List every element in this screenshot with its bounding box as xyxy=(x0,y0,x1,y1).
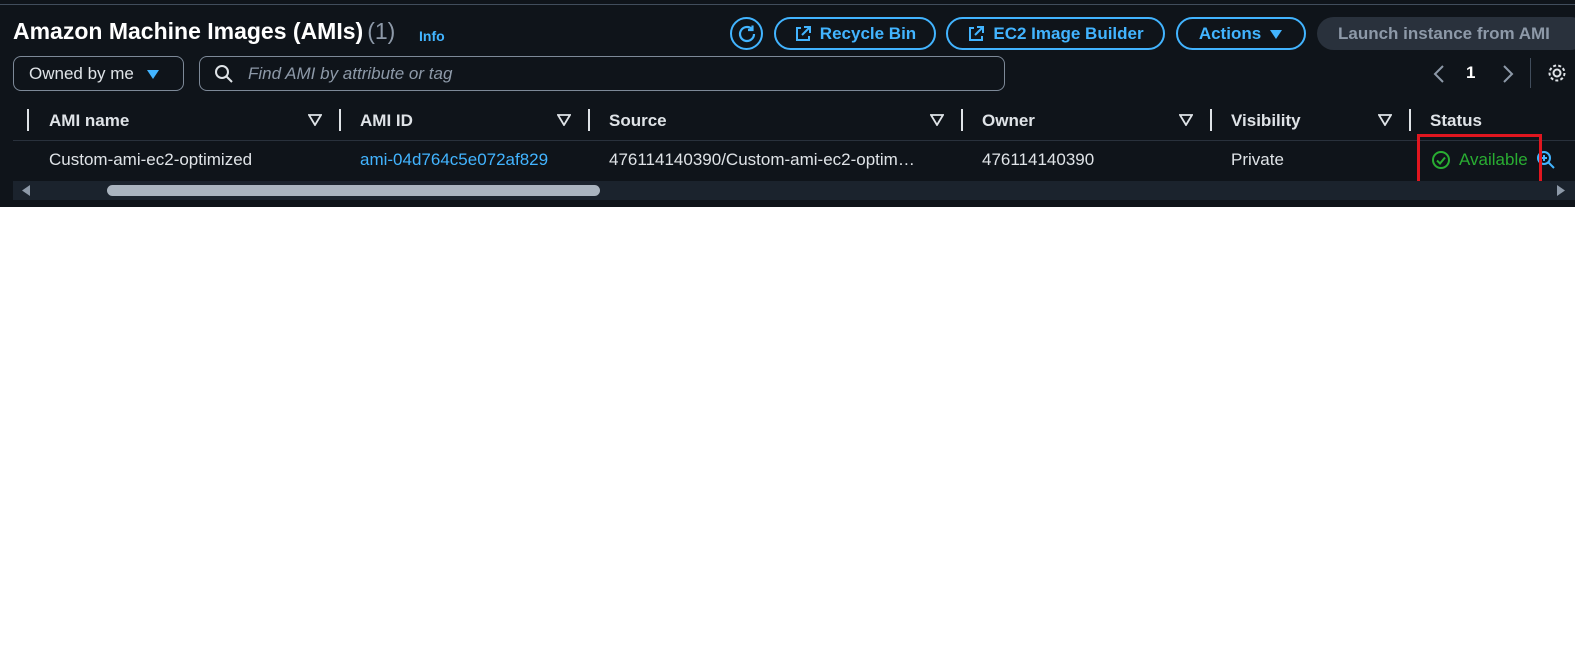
column-divider[interactable] xyxy=(588,109,590,131)
page-title-text: Amazon Machine Images (AMIs) xyxy=(13,18,364,44)
sort-icon[interactable] xyxy=(308,114,322,126)
external-link-icon xyxy=(969,25,985,41)
next-page-button[interactable] xyxy=(1501,62,1515,86)
cell-source: 476114140390/Custom-ami-ec2-optim… xyxy=(609,150,915,169)
refresh-icon xyxy=(738,25,755,42)
sort-icon[interactable] xyxy=(1179,114,1193,126)
info-link[interactable]: Info xyxy=(419,28,445,44)
launch-instance-button[interactable]: Launch instance from AMI xyxy=(1317,17,1575,50)
column-divider xyxy=(27,109,29,131)
previous-page-button[interactable] xyxy=(1432,62,1446,86)
ami-id-link[interactable]: ami-04d764c5e072af829 xyxy=(360,150,548,170)
scroll-right-icon[interactable] xyxy=(1555,184,1567,197)
divider xyxy=(0,4,1575,5)
recycle-bin-label: Recycle Bin xyxy=(819,23,917,43)
divider xyxy=(1530,58,1531,88)
cell-owner: 476114140390 xyxy=(982,150,1095,169)
scrollbar-thumb[interactable] xyxy=(107,185,600,196)
column-divider[interactable] xyxy=(1409,109,1411,131)
ec2-image-builder-button[interactable]: EC2 Image Builder xyxy=(946,17,1165,50)
gear-icon xyxy=(1548,64,1566,82)
actions-button[interactable]: Actions xyxy=(1176,17,1306,50)
divider xyxy=(13,140,1575,141)
chevron-right-icon xyxy=(1503,65,1514,83)
search-icon xyxy=(215,64,233,83)
caret-down-icon xyxy=(146,69,159,79)
actions-label: Actions xyxy=(1198,23,1262,43)
page-number[interactable]: 1 xyxy=(1466,63,1475,83)
cell-visibility: Private xyxy=(1231,150,1284,169)
search-box[interactable] xyxy=(199,56,1005,91)
column-header-visibility[interactable]: Visibility xyxy=(1231,111,1301,131)
launch-instance-label: Launch instance from AMI xyxy=(1338,23,1550,43)
ec2-image-builder-label: EC2 Image Builder xyxy=(993,23,1144,43)
caret-down-icon xyxy=(1270,29,1283,39)
chevron-left-icon xyxy=(1433,65,1444,83)
external-link-icon xyxy=(795,25,811,41)
sort-icon[interactable] xyxy=(930,114,944,126)
column-divider[interactable] xyxy=(1210,109,1212,131)
refresh-button[interactable] xyxy=(730,17,763,50)
cell-ami-name: Custom-ami-ec2-optimized xyxy=(49,150,253,169)
column-header-ami-name[interactable]: AMI name xyxy=(49,111,129,131)
sort-icon[interactable] xyxy=(557,114,571,126)
column-header-source[interactable]: Source xyxy=(609,111,667,131)
recycle-bin-button[interactable]: Recycle Bin xyxy=(774,17,936,50)
column-header-status[interactable]: Status xyxy=(1430,111,1482,131)
column-divider[interactable] xyxy=(961,109,963,131)
column-divider[interactable] xyxy=(339,109,341,131)
ami-panel: Amazon Machine Images (AMIs) (1) Info Rec… xyxy=(0,0,1575,207)
sort-icon[interactable] xyxy=(1378,114,1392,126)
status-highlight-box xyxy=(1417,134,1542,184)
column-header-ami-id[interactable]: AMI ID xyxy=(360,111,413,131)
preferences-button[interactable] xyxy=(1546,62,1568,89)
search-input[interactable] xyxy=(246,62,950,85)
page-title: Amazon Machine Images (AMIs) (1) xyxy=(13,18,395,45)
owner-filter-value: Owned by me xyxy=(29,63,134,83)
column-header-owner[interactable]: Owner xyxy=(982,111,1035,131)
scroll-left-icon[interactable] xyxy=(20,184,32,197)
owner-filter-select[interactable]: Owned by me xyxy=(13,56,184,91)
ami-count: (1) xyxy=(367,18,396,44)
